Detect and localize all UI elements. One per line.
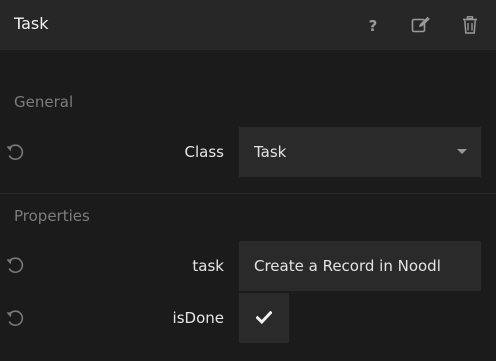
svg-text:?: ? [369,17,378,33]
task-input[interactable]: Create a Record in Noodl [239,241,481,291]
panel-header: Task ? [0,0,496,50]
task-label: task [192,257,224,275]
isdone-checkbox[interactable] [239,293,289,343]
trash-icon[interactable] [458,13,482,37]
section-divider [0,193,496,194]
check-icon [255,309,273,328]
isdone-label: isDone [172,309,224,327]
chevron-down-icon [457,149,467,154]
class-select[interactable]: Task [239,127,481,177]
class-select-value: Task [254,143,287,161]
section-label-properties: Properties [14,207,90,225]
panel-title: Task [14,14,49,33]
help-icon[interactable]: ? [361,13,385,37]
task-input-value: Create a Record in Noodl [254,257,441,275]
class-label: Class [184,143,224,161]
section-label-general: General [14,93,74,111]
property-panel: Task ? General Class Task Properties tas… [0,0,496,361]
edit-icon[interactable] [409,13,433,37]
